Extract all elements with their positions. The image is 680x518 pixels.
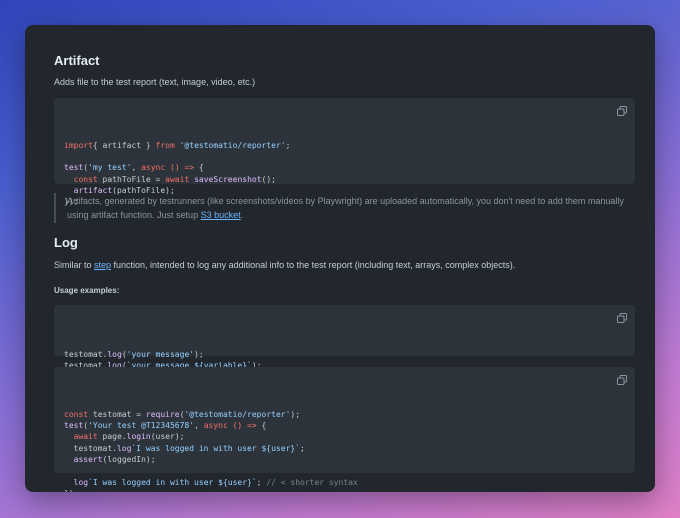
- code-token: (user);: [150, 432, 185, 442]
- copy-icon[interactable]: [617, 375, 627, 385]
- log-heading: Log: [54, 235, 78, 250]
- code-token: log: [107, 349, 122, 359]
- code-token: await: [73, 432, 98, 442]
- code-token: login: [126, 432, 151, 442]
- code-token: (loggedIn);: [102, 455, 156, 465]
- artifact-note: Artifacts, generated by testrunners (lik…: [54, 193, 635, 223]
- code-block-log-test: const testomat = require('@testomatio/re…: [54, 367, 635, 492]
- log-desc-post: function, intended to log any additional…: [111, 260, 516, 270]
- code-token: async: [141, 163, 166, 173]
- artifact-description: Adds file to the test report (text, imag…: [54, 77, 256, 87]
- code-token: });: [64, 489, 78, 492]
- code-token: '@testomatio/reporter': [184, 409, 291, 419]
- code-token: ,: [194, 421, 204, 431]
- code-token: saveScreenshot: [194, 174, 262, 184]
- code-token: 'Your test @T12345678': [88, 421, 195, 431]
- code-token: {: [194, 163, 204, 173]
- code-token: ;: [285, 140, 291, 150]
- code-token: 'my test': [88, 163, 132, 173]
- code-line: import{ artifact } from '@testomatio/rep…: [64, 140, 625, 151]
- step-link[interactable]: step: [94, 260, 111, 270]
- code-token: const: [64, 409, 89, 419]
- code-line: test('my test', async () => {: [64, 162, 625, 173]
- code-token: await: [165, 174, 190, 184]
- code-token: () =>: [165, 163, 195, 173]
- code-token: `I was logged in with user ${user}`: [131, 443, 301, 453]
- code-token: ,: [131, 163, 142, 173]
- code-token: import: [64, 140, 93, 150]
- code-token: log: [73, 477, 89, 487]
- code-token: );: [194, 349, 204, 359]
- code-token: // < shorter syntax: [266, 477, 358, 487]
- code-line: test('Your test @T12345678', async () =>…: [64, 420, 625, 431]
- code-token: page.: [97, 432, 127, 442]
- code-token: testomat.: [64, 443, 117, 453]
- code-line: testomat.log('your message');: [64, 349, 625, 360]
- code-token: pathToFile =: [97, 174, 166, 184]
- code-token: ;: [256, 477, 267, 487]
- code-token: test: [64, 163, 84, 173]
- code-line: const testomat = require('@testomatio/re…: [64, 409, 625, 420]
- code-line: });: [64, 488, 625, 492]
- code-token: '@testomatio/reporter': [174, 140, 286, 150]
- code-token: 'your message': [126, 349, 195, 359]
- code-token: const: [73, 174, 98, 184]
- code-line: log`I was logged in with user ${user}`; …: [64, 477, 625, 488]
- code-token: ();: [261, 174, 276, 184]
- code-token: {: [256, 421, 267, 431]
- code-token: from: [155, 140, 175, 150]
- code-token: );: [290, 409, 301, 419]
- code-token: { artifact }: [92, 140, 156, 150]
- copy-icon[interactable]: [617, 106, 627, 116]
- code-token: require: [145, 409, 180, 419]
- code-token: async: [203, 421, 228, 431]
- log-description: Similar to step function, intended to lo…: [54, 259, 635, 272]
- code-line: testomat.log`I was logged in with user $…: [64, 443, 625, 454]
- note-text: Artifacts, generated by testrunners (lik…: [67, 196, 624, 220]
- code-block-log-basic: testomat.log('your message'); testomat.lo…: [54, 305, 635, 381]
- log-desc-pre: Similar to: [54, 260, 95, 270]
- note-end: .: [240, 210, 244, 220]
- code-token: log: [116, 443, 132, 453]
- code-token: assert: [73, 455, 103, 465]
- artifact-heading: Artifact: [54, 53, 100, 68]
- code-body: const testomat = require('@testomatio/re…: [64, 409, 625, 492]
- docs-card: Artifact Adds file to the test report (t…: [25, 25, 655, 492]
- copy-icon[interactable]: [617, 313, 627, 323]
- code-line: const pathToFile = await saveScreenshot(…: [64, 174, 625, 185]
- s3-bucket-link[interactable]: S3 bucket: [201, 210, 241, 220]
- code-line: assert(loggedIn);: [64, 454, 625, 465]
- code-token: test: [64, 421, 84, 431]
- usage-examples-label: Usage examples:: [54, 286, 120, 295]
- code-line: await page.login(user);: [64, 431, 625, 442]
- code-token: ;: [300, 443, 305, 453]
- code-token: testomat =: [88, 409, 146, 419]
- code-token: testomat.: [64, 349, 108, 359]
- code-block-artifact: import{ artifact } from '@testomatio/rep…: [54, 98, 635, 206]
- code-token: () =>: [227, 421, 257, 431]
- code-token: `I was logged in with user ${user}`: [88, 477, 257, 487]
